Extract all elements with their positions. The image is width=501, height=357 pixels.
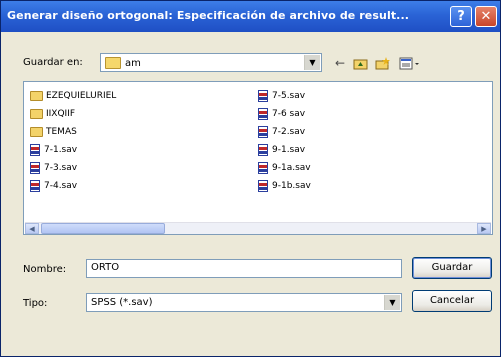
save-in-label: Guardar en: <box>23 57 83 68</box>
scroll-thumb[interactable] <box>41 223 165 234</box>
sav-file-icon <box>258 125 268 138</box>
file-name: 9-1a.sav <box>272 162 311 173</box>
file-list-item[interactable]: EZEQUIELURIEL <box>30 87 116 104</box>
cancel-button[interactable]: Cancelar <box>412 290 492 312</box>
sav-file-icon <box>258 143 268 156</box>
save-in-value: am <box>125 58 141 69</box>
save-in-dropdown[interactable]: am ▼ <box>100 53 322 72</box>
file-name: 7-3.sav <box>44 162 78 173</box>
file-type-dropdown[interactable]: SPSS (*.sav) ▼ <box>86 293 402 312</box>
file-name: 7-6 sav <box>272 108 306 119</box>
file-list-item[interactable]: 9-1b.sav <box>258 177 311 194</box>
save-dialog: Generar diseño ortogonal: Especificación… <box>0 0 501 357</box>
help-button[interactable]: ? <box>450 6 472 27</box>
file-name: 9-1.sav <box>272 144 306 155</box>
file-list-item[interactable]: IIXQIIF <box>30 105 75 122</box>
file-name: 7-1.sav <box>44 144 78 155</box>
file-name: 7-5.sav <box>272 90 306 101</box>
file-list-item[interactable]: 7-4.sav <box>30 177 77 194</box>
sav-file-icon <box>258 107 268 120</box>
file-name: EZEQUIELURIEL <box>46 90 117 101</box>
scroll-right-button[interactable]: ▶ <box>477 223 491 234</box>
file-list-item[interactable]: 7-3.sav <box>30 159 77 176</box>
file-list-item[interactable]: 7-5.sav <box>258 87 305 104</box>
title-bar: Generar diseño ortogonal: Especificación… <box>1 1 500 32</box>
name-label: Nombre: <box>23 264 67 275</box>
file-name: 7-2.sav <box>272 126 306 137</box>
file-name: 7-4.sav <box>44 180 78 191</box>
type-label: Tipo: <box>23 298 48 309</box>
sav-file-icon <box>30 179 40 192</box>
new-folder-icon[interactable] <box>374 55 390 71</box>
file-name: 9-1b.sav <box>272 180 311 191</box>
up-folder-icon[interactable] <box>352 55 368 71</box>
file-list-item[interactable]: 7-2.sav <box>258 123 305 140</box>
file-name: TEMAS <box>46 126 77 137</box>
window-title: Generar diseño ortogonal: Especificación… <box>7 9 410 22</box>
sav-file-icon <box>258 179 268 192</box>
folder-icon <box>30 90 43 101</box>
file-list-item[interactable]: 7-6 sav <box>258 105 305 122</box>
sav-file-icon <box>30 161 40 174</box>
file-list-item[interactable]: 7-1.sav <box>30 141 77 158</box>
sav-file-icon <box>258 89 268 102</box>
file-name-input[interactable]: ORTO <box>86 259 402 278</box>
file-list-item[interactable]: 9-1.sav <box>258 141 305 158</box>
scroll-left-button[interactable]: ◀ <box>25 223 39 234</box>
view-menu-icon[interactable] <box>398 55 422 71</box>
sav-file-icon <box>30 143 40 156</box>
close-button[interactable]: ✕ <box>475 6 497 27</box>
folder-icon <box>30 126 43 137</box>
sav-file-icon <box>258 161 268 174</box>
file-list[interactable]: EZEQUIELURIEL IIXQIIF TEMAS 7-1.sav 7-3.sav 7… <box>23 81 493 235</box>
chevron-down-icon[interactable]: ▼ <box>304 55 320 70</box>
file-name: IIXQIIF <box>46 108 76 119</box>
chevron-down-icon[interactable]: ▼ <box>384 295 400 310</box>
back-icon[interactable]: ← <box>332 55 348 71</box>
file-type-value: SPSS (*.sav) <box>91 297 153 308</box>
file-list-item[interactable]: TEMAS <box>30 123 77 140</box>
save-button[interactable]: Guardar <box>412 257 492 279</box>
horizontal-scrollbar[interactable]: ◀ ▶ <box>25 222 491 234</box>
folder-icon <box>105 57 121 69</box>
file-list-item[interactable]: 9-1a.sav <box>258 159 311 176</box>
folder-icon <box>30 108 43 119</box>
